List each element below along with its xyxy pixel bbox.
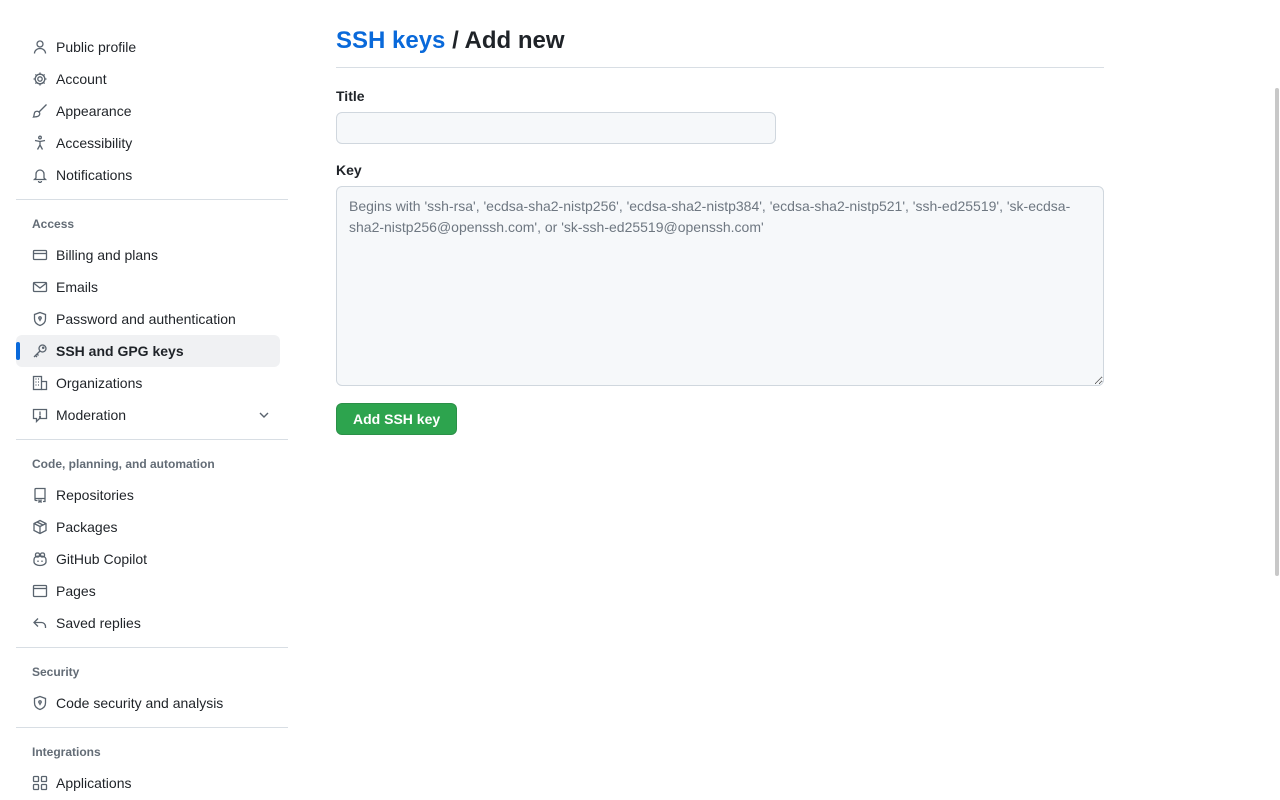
settings-sidebar: Public profile Account Appearance Access… — [16, 31, 288, 799]
sidebar-item-packages[interactable]: Packages — [16, 511, 280, 543]
sidebar-item-label: GitHub Copilot — [56, 551, 148, 567]
sidebar-group-title-integrations: Integrations — [32, 745, 101, 759]
settings-page: Public profile Account Appearance Access… — [0, 0, 1280, 800]
sidebar-item-label: Pages — [56, 583, 96, 599]
sidebar-item-label: Appearance — [56, 103, 132, 119]
sidebar-item-label: Packages — [56, 519, 118, 535]
sidebar-item-applications[interactable]: Applications — [16, 767, 280, 799]
page-title: SSH keys / Add new — [336, 24, 1104, 68]
organization-icon — [32, 375, 48, 391]
scrollbar-thumb[interactable] — [1275, 88, 1279, 576]
key-icon — [32, 343, 48, 359]
add-ssh-key-button[interactable]: Add SSH key — [336, 403, 458, 435]
sidebar-item-label: Saved replies — [56, 615, 141, 631]
sidebar-divider — [16, 199, 288, 200]
sidebar-item-label: Public profile — [56, 39, 137, 55]
breadcrumb-separator: / — [445, 27, 465, 54]
key-textarea[interactable] — [336, 186, 1104, 386]
sidebar-item-label: Billing and plans — [56, 247, 158, 263]
copilot-icon — [32, 551, 48, 567]
sidebar-group-title-security: Security — [32, 665, 80, 679]
sidebar-item-appearance[interactable]: Appearance — [16, 95, 280, 127]
chevron-down-icon[interactable] — [256, 407, 272, 423]
key-label: Key — [336, 162, 362, 178]
reply-icon — [32, 615, 48, 631]
sidebar-item-ssh-gpg-keys[interactable]: SSH and GPG keys — [16, 335, 280, 367]
sidebar-item-moderation[interactable]: Moderation — [16, 399, 280, 431]
browser-icon — [32, 583, 48, 599]
sidebar-item-organizations[interactable]: Organizations — [16, 367, 280, 399]
person-icon — [32, 39, 48, 55]
package-icon — [32, 519, 48, 535]
sidebar-item-label: Emails — [56, 279, 99, 295]
paintbrush-icon — [32, 103, 48, 119]
sidebar-item-pages[interactable]: Pages — [16, 575, 280, 607]
mail-icon — [32, 279, 48, 295]
sidebar-group-title-access: Access — [32, 217, 75, 231]
sidebar-item-emails[interactable]: Emails — [16, 271, 280, 303]
sidebar-item-label: Password and authentication — [56, 311, 236, 327]
sidebar-item-accessibility[interactable]: Accessibility — [16, 127, 280, 159]
accessibility-icon — [32, 135, 48, 151]
page-scrollbar[interactable] — [1272, 0, 1280, 800]
shield-lock-icon — [32, 311, 48, 327]
apps-icon — [32, 775, 48, 791]
credit-card-icon — [32, 247, 48, 263]
sidebar-divider — [16, 727, 288, 728]
add-ssh-key-form: Title Key Add SSH key — [336, 86, 1104, 435]
sidebar-item-label: Organizations — [56, 375, 143, 391]
sidebar-item-code-security[interactable]: Code security and analysis — [16, 687, 280, 719]
sidebar-item-saved-replies[interactable]: Saved replies — [16, 607, 280, 639]
sidebar-item-label: Repositories — [56, 487, 134, 503]
breadcrumb-ssh-keys-link[interactable]: SSH keys — [336, 27, 445, 54]
gear-icon — [32, 71, 48, 87]
sidebar-item-account[interactable]: Account — [16, 63, 280, 95]
sidebar-item-copilot[interactable]: GitHub Copilot — [16, 543, 280, 575]
sidebar-item-label: SSH and GPG keys — [56, 343, 184, 359]
breadcrumb-current: Add new — [464, 27, 565, 54]
sidebar-divider — [16, 647, 288, 648]
sidebar-divider — [16, 439, 288, 440]
title-label: Title — [336, 88, 365, 104]
bell-icon — [32, 167, 48, 183]
sidebar-item-label: Accessibility — [56, 135, 133, 151]
sidebar-item-password[interactable]: Password and authentication — [16, 303, 280, 335]
sidebar-group-title-code: Code, planning, and automation — [32, 457, 215, 471]
sidebar-item-label: Notifications — [56, 167, 133, 183]
sidebar-item-label: Account — [56, 71, 107, 87]
repo-icon — [32, 487, 48, 503]
sidebar-item-label: Code security and analysis — [56, 695, 224, 711]
sidebar-item-notifications[interactable]: Notifications — [16, 159, 280, 191]
report-icon — [32, 407, 48, 423]
main-content: SSH keys / Add new Title Key Add SSH key — [336, 24, 1104, 435]
title-input[interactable] — [336, 112, 776, 144]
sidebar-item-repositories[interactable]: Repositories — [16, 479, 280, 511]
sidebar-item-label: Moderation — [56, 407, 127, 423]
sidebar-item-label: Applications — [56, 775, 132, 791]
sidebar-item-billing[interactable]: Billing and plans — [16, 239, 280, 271]
sidebar-item-public-profile[interactable]: Public profile — [16, 31, 280, 63]
sidebar-top-group: Public profile Account Appearance Access… — [16, 31, 288, 191]
shield-lock-icon — [32, 695, 48, 711]
